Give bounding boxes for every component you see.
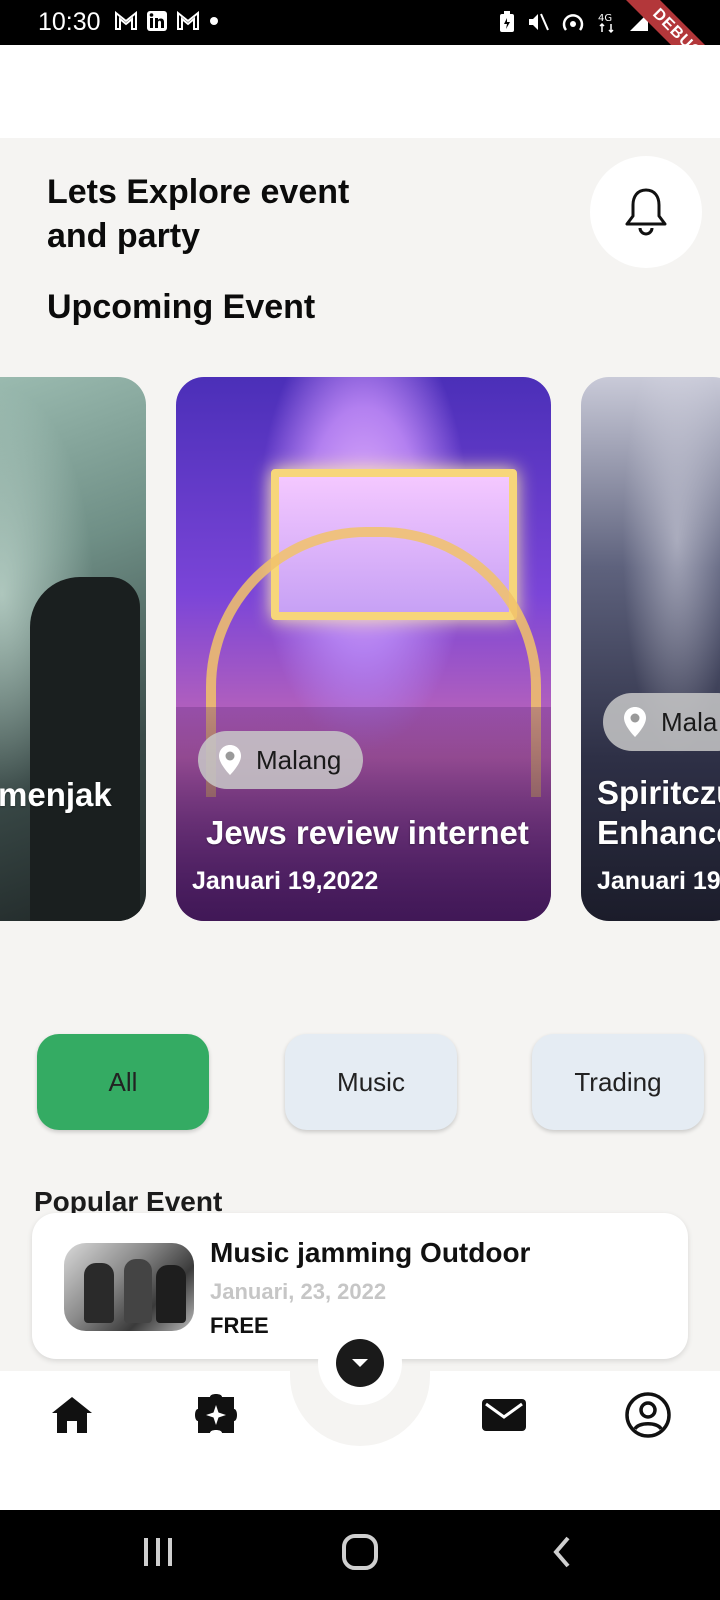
account-icon[interactable] bbox=[624, 1391, 672, 1439]
back-icon[interactable] bbox=[548, 1532, 576, 1572]
page-title: Lets Explore event and party bbox=[47, 173, 350, 255]
category-music-button[interactable]: Music bbox=[285, 1034, 457, 1130]
status-notification-icons bbox=[114, 10, 220, 32]
mute-icon bbox=[529, 13, 549, 31]
category-trading-button[interactable]: Trading bbox=[532, 1034, 704, 1130]
location-chip: Malang bbox=[198, 731, 364, 789]
recents-icon[interactable] bbox=[140, 1532, 176, 1572]
app-bar bbox=[0, 45, 720, 138]
thumb-figure bbox=[84, 1263, 114, 1323]
dot-icon bbox=[210, 17, 218, 25]
system-navigation-bar bbox=[0, 1510, 720, 1600]
location-chip: Mala bbox=[603, 693, 720, 751]
svg-text:4G: 4G bbox=[598, 13, 612, 24]
event-card-date: Januari 19 bbox=[597, 867, 720, 895]
battery-saver-icon bbox=[500, 11, 514, 32]
event-card[interactable]: Mala Spiritczu Enhance Januari 19 bbox=[581, 377, 720, 921]
linkedin-icon bbox=[147, 11, 167, 31]
event-card-title: Spiritczu Enhance bbox=[597, 774, 720, 851]
location-label: Mala bbox=[661, 706, 718, 737]
category-all-button[interactable]: All bbox=[37, 1034, 209, 1130]
status-bar: 10:30 4G DEBUG bbox=[0, 0, 720, 96]
main-content: Lets Explore event and party Upcoming Ev… bbox=[0, 138, 720, 1371]
center-fab-button[interactable] bbox=[318, 1321, 402, 1405]
event-card[interactable]: menjak bbox=[0, 377, 146, 921]
bottom-navigation bbox=[0, 1321, 720, 1510]
puzzle-icon[interactable] bbox=[192, 1391, 240, 1439]
event-card-title: menjak bbox=[0, 776, 112, 813]
home-icon[interactable] bbox=[48, 1391, 96, 1439]
popular-event-title: Music jamming Outdoor bbox=[210, 1237, 531, 1268]
popular-event-thumbnail bbox=[64, 1243, 194, 1331]
event-card-date: Januari 19,2022 bbox=[192, 867, 379, 895]
notification-button[interactable] bbox=[590, 156, 702, 268]
gmail-icon bbox=[177, 11, 199, 30]
bell-icon bbox=[625, 188, 667, 236]
popular-event-price: FREE bbox=[210, 1313, 269, 1338]
hotspot-icon bbox=[562, 14, 584, 31]
event-card-title: Jews review internet bbox=[206, 814, 529, 851]
gmail-icon bbox=[115, 11, 137, 30]
expand-icon bbox=[336, 1339, 384, 1387]
location-pin-icon bbox=[624, 707, 646, 737]
thumb-figure bbox=[124, 1259, 152, 1323]
home-circle-icon[interactable] bbox=[340, 1532, 380, 1572]
location-label: Malang bbox=[256, 744, 342, 775]
thumb-figure bbox=[156, 1265, 186, 1323]
location-pin-icon bbox=[219, 745, 241, 775]
4g-signal-icon: 4G bbox=[598, 13, 614, 34]
upcoming-section-title: Upcoming Event bbox=[47, 288, 316, 326]
mail-icon[interactable] bbox=[480, 1391, 528, 1439]
status-time: 10:30 bbox=[38, 8, 101, 36]
crowd-silhouette bbox=[30, 577, 140, 921]
popular-event-date: Januari, 23, 2022 bbox=[210, 1279, 387, 1304]
event-card[interactable]: Malang Jews review internet Januari 19,2… bbox=[176, 377, 551, 921]
